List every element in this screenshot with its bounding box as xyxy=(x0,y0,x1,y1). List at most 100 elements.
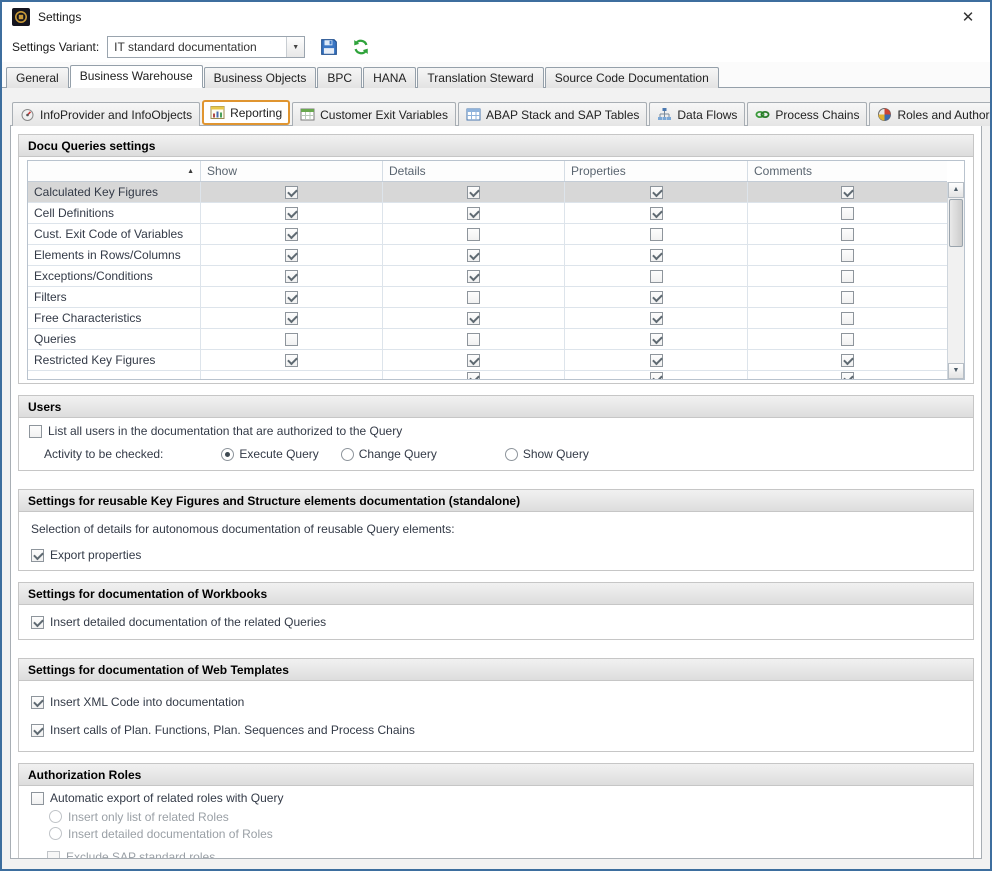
scrollbar-track[interactable] xyxy=(948,248,964,363)
properties-checkbox[interactable] xyxy=(650,291,663,304)
main-tab-strip: GeneralBusiness WarehouseBusiness Object… xyxy=(2,62,990,88)
details-checkbox[interactable] xyxy=(467,270,480,283)
sub-tab-customer-exit-variables[interactable]: Customer Exit Variables xyxy=(292,102,456,126)
list-all-users-label: List all users in the documentation that… xyxy=(48,424,402,438)
comments-checkbox[interactable] xyxy=(841,312,854,325)
show-checkbox[interactable] xyxy=(285,186,298,199)
properties-checkbox[interactable] xyxy=(650,228,663,241)
insert-related-queries-checkbox[interactable] xyxy=(31,616,44,629)
details-checkbox[interactable] xyxy=(467,186,480,199)
properties-checkbox[interactable] xyxy=(650,372,663,379)
comments-checkbox[interactable] xyxy=(841,372,854,379)
sort-ascending-icon[interactable]: ▲ xyxy=(187,168,194,175)
column-header-show[interactable]: Show xyxy=(201,161,383,181)
table-row-partial[interactable] xyxy=(28,371,947,379)
show-checkbox[interactable] xyxy=(285,354,298,367)
table-row-elements-in-rows-columns[interactable]: Elements in Rows/Columns xyxy=(28,245,947,266)
comments-checkbox[interactable] xyxy=(841,207,854,220)
comments-checkbox[interactable] xyxy=(841,354,854,367)
main-tab-translation-steward[interactable]: Translation Steward xyxy=(417,67,543,88)
comments-checkbox[interactable] xyxy=(841,270,854,283)
show-checkbox[interactable] xyxy=(285,228,298,241)
sub-tab-abap-stack-and-sap-tables[interactable]: ABAP Stack and SAP Tables xyxy=(458,102,647,126)
properties-checkbox[interactable] xyxy=(650,333,663,346)
comments-checkbox[interactable] xyxy=(841,333,854,346)
insert-xml-code-checkbox[interactable] xyxy=(31,696,44,709)
auto-export-roles-checkbox[interactable] xyxy=(31,792,44,805)
column-header-comments[interactable]: Comments xyxy=(748,161,947,181)
table-row-queries[interactable]: Queries xyxy=(28,329,947,350)
properties-checkbox[interactable] xyxy=(650,270,663,283)
list-all-users-row: List all users in the documentation that… xyxy=(29,422,973,440)
sub-tab-roles-and-authorizations[interactable]: Roles and Authorizations xyxy=(869,102,990,126)
main-tab-business-objects[interactable]: Business Objects xyxy=(204,67,317,88)
activity-radio-show-query[interactable]: Show Query xyxy=(505,447,589,461)
comments-checkbox[interactable] xyxy=(841,228,854,241)
comments-checkbox[interactable] xyxy=(841,249,854,262)
scroll-down-button[interactable]: ▼ xyxy=(948,363,964,379)
show-checkbox[interactable] xyxy=(285,333,298,346)
comments-checkbox[interactable] xyxy=(841,186,854,199)
cell-properties xyxy=(565,245,748,265)
properties-checkbox[interactable] xyxy=(650,186,663,199)
scroll-up-button[interactable]: ▲ xyxy=(948,182,964,198)
close-icon[interactable]: ✕ xyxy=(956,8,980,26)
properties-checkbox[interactable] xyxy=(650,312,663,325)
show-checkbox[interactable] xyxy=(285,207,298,220)
column-header-name[interactable]: ▲ xyxy=(28,161,201,181)
main-tab-bpc[interactable]: BPC xyxy=(317,67,362,88)
column-header-details[interactable]: Details xyxy=(383,161,565,181)
main-tab-hana[interactable]: HANA xyxy=(363,67,416,88)
sub-tab-process-chains[interactable]: Process Chains xyxy=(747,102,867,126)
details-checkbox[interactable] xyxy=(467,249,480,262)
cell-properties xyxy=(565,203,748,223)
window-title: Settings xyxy=(38,10,81,24)
activity-radio-execute-query[interactable]: Execute Query xyxy=(221,447,318,461)
show-checkbox[interactable] xyxy=(285,312,298,325)
save-variant-button[interactable] xyxy=(319,37,339,57)
sub-tab-infoprovider-and-infoobjects[interactable]: InfoProvider and InfoObjects xyxy=(12,102,200,126)
details-checkbox[interactable] xyxy=(467,354,480,367)
list-all-users-checkbox[interactable] xyxy=(29,425,42,438)
show-checkbox[interactable] xyxy=(285,270,298,283)
export-properties-checkbox[interactable] xyxy=(31,549,44,562)
details-checkbox[interactable] xyxy=(467,333,480,346)
sub-tab-reporting[interactable]: Reporting xyxy=(202,100,290,125)
table-row-calculated-key-figures[interactable]: Calculated Key Figures xyxy=(28,182,947,203)
table-row-exceptions-conditions[interactable]: Exceptions/Conditions xyxy=(28,266,947,287)
insert-plan-calls-checkbox[interactable] xyxy=(31,724,44,737)
cell-show xyxy=(201,350,383,370)
details-checkbox[interactable] xyxy=(467,207,480,220)
details-checkbox[interactable] xyxy=(467,372,480,379)
details-checkbox[interactable] xyxy=(467,291,480,304)
main-tab-source-code-documentation[interactable]: Source Code Documentation xyxy=(545,67,719,88)
table-row-free-characteristics[interactable]: Free Characteristics xyxy=(28,308,947,329)
activity-label: Activity to be checked: xyxy=(44,447,163,461)
details-checkbox[interactable] xyxy=(467,312,480,325)
chevron-down-icon[interactable]: ▼ xyxy=(286,37,304,57)
xml-code-row: Insert XML Code into documentation xyxy=(31,693,973,711)
vertical-scrollbar[interactable]: ▲ ▼ xyxy=(947,182,964,379)
main-tab-general[interactable]: General xyxy=(6,67,69,88)
activity-radio-change-query[interactable]: Change Query xyxy=(341,447,437,461)
reporting-icon xyxy=(210,105,225,120)
activity-row: Activity to be checked: Execute Query Cha… xyxy=(29,444,973,464)
show-checkbox[interactable] xyxy=(285,249,298,262)
sub-tab-data-flows[interactable]: Data Flows xyxy=(649,102,745,126)
properties-checkbox[interactable] xyxy=(650,354,663,367)
details-checkbox[interactable] xyxy=(467,228,480,241)
settings-variant-select[interactable]: IT standard documentation ▼ xyxy=(107,36,305,58)
exit-variables-icon xyxy=(300,107,315,122)
comments-checkbox[interactable] xyxy=(841,291,854,304)
table-row-cust-exit-code-of-variables[interactable]: Cust. Exit Code of Variables xyxy=(28,224,947,245)
table-row-filters[interactable]: Filters xyxy=(28,287,947,308)
properties-checkbox[interactable] xyxy=(650,207,663,220)
refresh-button[interactable] xyxy=(351,37,371,57)
properties-checkbox[interactable] xyxy=(650,249,663,262)
table-row-restricted-key-figures[interactable]: Restricted Key Figures xyxy=(28,350,947,371)
main-tab-business-warehouse[interactable]: Business Warehouse xyxy=(70,65,203,88)
scrollbar-thumb[interactable] xyxy=(949,199,963,247)
table-row-cell-definitions[interactable]: Cell Definitions xyxy=(28,203,947,224)
column-header-properties[interactable]: Properties xyxy=(565,161,748,181)
show-checkbox[interactable] xyxy=(285,291,298,304)
